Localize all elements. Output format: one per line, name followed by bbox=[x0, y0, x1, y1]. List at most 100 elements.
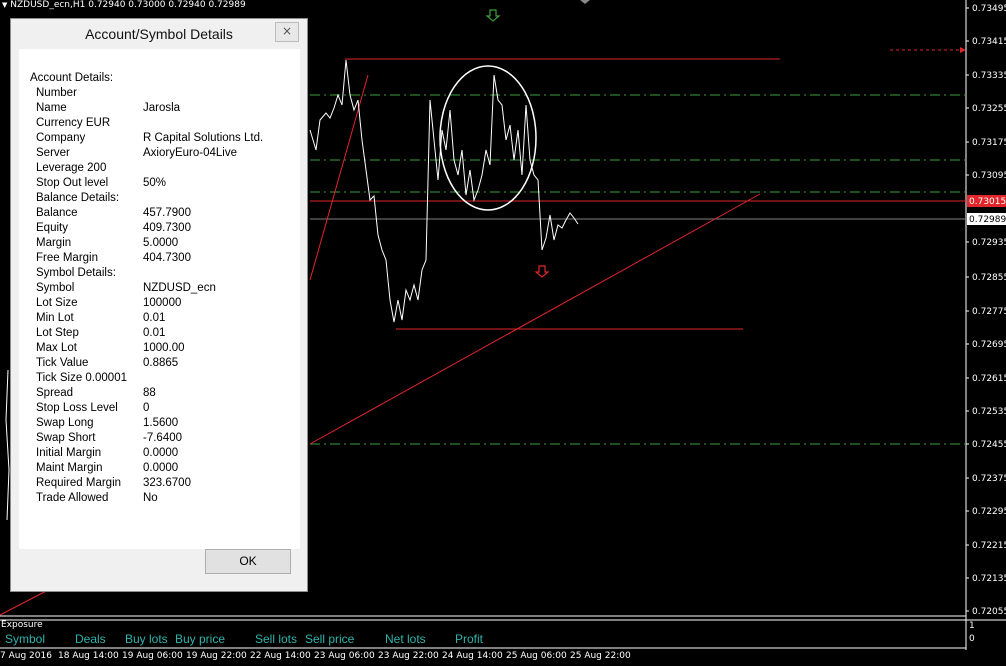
detail-label: Balance bbox=[36, 207, 78, 219]
price-tick-label: 0.72695 bbox=[972, 340, 1006, 350]
detail-value: 0.01 bbox=[143, 327, 166, 339]
price-tick-label: 0.73175 bbox=[972, 138, 1006, 148]
time-tick-label: 22 Aug 14:00 bbox=[250, 651, 311, 661]
detail-label: Swap Short bbox=[36, 432, 96, 444]
detail-label: Lot Size bbox=[36, 297, 78, 309]
exposure-column-header[interactable]: Buy price bbox=[175, 632, 225, 646]
exposure-column-header[interactable]: Sell lots bbox=[255, 632, 297, 646]
exposure-column-header[interactable]: Sell price bbox=[305, 632, 354, 646]
detail-value: 0.0000 bbox=[143, 447, 179, 459]
detail-label: Stop Loss Level bbox=[36, 402, 118, 414]
detail-value: 5.0000 bbox=[143, 237, 179, 249]
exposure-column-header[interactable]: Deals bbox=[75, 632, 106, 646]
detail-value: NZDUSD_ecn bbox=[143, 282, 216, 294]
detail-label: Account Details: bbox=[30, 72, 114, 84]
detail-label: Leverage 200 bbox=[36, 162, 107, 174]
price-tick-label: 0.72855 bbox=[972, 273, 1006, 283]
detail-value: 0.01 bbox=[143, 312, 166, 324]
detail-label: Currency EUR bbox=[36, 117, 111, 129]
detail-value: 0.0000 bbox=[143, 462, 179, 474]
exposure-column-header[interactable]: Profit bbox=[455, 632, 483, 646]
close-button[interactable]: × bbox=[275, 22, 299, 42]
left-trend-line bbox=[0, 587, 53, 616]
exposure-panel: Exposure Symbol Deals Buy lots Buy price Sel… bbox=[0, 620, 966, 650]
top-marker-icon bbox=[580, 0, 590, 4]
price-tick-label: 0.72935 bbox=[972, 238, 1006, 248]
detail-label: Server bbox=[36, 147, 70, 159]
arrow-head bbox=[960, 47, 966, 53]
price-tick-label: 0.72775 bbox=[972, 307, 1006, 317]
detail-label: Company bbox=[36, 132, 86, 144]
time-tick-label: 7 Aug 2016 bbox=[0, 651, 52, 661]
price-tick-label: 0.73255 bbox=[972, 104, 1006, 114]
detail-label: Lot Step bbox=[36, 327, 79, 339]
detail-label: Spread bbox=[36, 387, 74, 399]
detail-label: Trade Allowed bbox=[36, 492, 109, 504]
price-tick-label: 0.73415 bbox=[972, 37, 1006, 47]
bid-price-label: 0.72989 bbox=[969, 215, 1006, 225]
detail-value: 1.5600 bbox=[143, 417, 179, 429]
detail-value: -7.6400 bbox=[143, 432, 183, 444]
time-tick-label: 23 Aug 06:00 bbox=[314, 651, 375, 661]
detail-value: 0.8865 bbox=[143, 357, 179, 369]
time-tick-label: 25 Aug 06:00 bbox=[506, 651, 567, 661]
price-axis: 0.73495 0.73415 0.73335 0.73255 0.73175 0.730… bbox=[966, 4, 1006, 617]
detail-value: 409.7300 bbox=[143, 222, 191, 234]
detail-value: Jarosla bbox=[143, 102, 181, 114]
detail-value: No bbox=[143, 492, 158, 504]
exposure-column-header[interactable]: Net lots bbox=[385, 632, 426, 646]
price-tick-label: 0.73495 bbox=[972, 4, 1006, 14]
chart-symbol-title: NZDUSD_ecn,H1 0.72940 0.73000 0.72940 0.… bbox=[10, 0, 246, 10]
price-tick-label: 0.72055 bbox=[972, 607, 1006, 617]
detail-label: Min Lot bbox=[36, 312, 74, 324]
detail-label: Equity bbox=[36, 222, 68, 234]
detail-label: Tick Size 0.00001 bbox=[36, 372, 127, 384]
detail-value: 1000.00 bbox=[143, 342, 185, 354]
detail-label: Max Lot bbox=[36, 342, 77, 354]
exposure-column-header[interactable]: Buy lots bbox=[125, 632, 168, 646]
detail-value: 323.6700 bbox=[143, 477, 191, 489]
detail-label: Swap Long bbox=[36, 417, 94, 429]
detail-label: Name bbox=[36, 102, 67, 114]
ok-button[interactable]: OK bbox=[205, 549, 291, 574]
price-tick-label: 0.72615 bbox=[972, 374, 1006, 384]
detail-value: 404.7300 bbox=[143, 252, 191, 264]
detail-value: 88 bbox=[143, 387, 156, 399]
price-tick-label: 0.73095 bbox=[972, 171, 1006, 181]
account-symbol-dialog: Account/Symbol Details × Account Details… bbox=[10, 18, 308, 592]
price-series bbox=[309, 59, 579, 323]
price-tick-label: 0.72375 bbox=[972, 474, 1006, 484]
exposure-scale-top: 1 bbox=[969, 621, 975, 631]
dialog-title: Account/Symbol Details bbox=[85, 26, 233, 42]
detail-value: 457.7900 bbox=[143, 207, 191, 219]
time-tick-label: 24 Aug 14:00 bbox=[442, 651, 503, 661]
detail-label: Stop Out level bbox=[36, 177, 109, 189]
price-tick-label: 0.72455 bbox=[972, 440, 1006, 450]
price-tick-label: 0.72535 bbox=[972, 407, 1006, 417]
exposure-scale-bottom: 0 bbox=[969, 634, 975, 644]
time-tick-label: 25 Aug 22:00 bbox=[570, 651, 631, 661]
price-tick-label: 0.73335 bbox=[972, 71, 1006, 81]
detail-label: Maint Margin bbox=[36, 462, 103, 474]
current-price-label: 0.73015 bbox=[969, 197, 1006, 207]
detail-label: Free Margin bbox=[36, 252, 98, 264]
detail-value: 50% bbox=[143, 177, 167, 189]
detail-value: 0 bbox=[143, 402, 150, 414]
details-panel: Account Details: Number Name Jarosla Currenc… bbox=[19, 49, 300, 549]
detail-label: Balance Details: bbox=[36, 192, 120, 204]
exposure-column-header[interactable]: Symbol bbox=[5, 632, 45, 646]
detail-value: R Capital Solutions Ltd. bbox=[143, 132, 264, 144]
exposure-title: Exposure bbox=[1, 620, 43, 630]
detail-label: Required Margin bbox=[36, 477, 122, 489]
price-tick-label: 0.72215 bbox=[972, 541, 1006, 551]
chart-title: ▼ NZDUSD_ecn,H1 0.72940 0.73000 0.72940 … bbox=[2, 0, 246, 10]
detail-label: Symbol bbox=[36, 282, 75, 294]
detail-label: Symbol Details: bbox=[36, 267, 116, 279]
fib-levels bbox=[310, 94, 966, 445]
highlight-ellipse bbox=[439, 65, 537, 211]
price-tick-label: 0.72295 bbox=[972, 507, 1006, 517]
time-tick-label: 19 Aug 06:00 bbox=[122, 651, 183, 661]
chart-menu-icon[interactable]: ▼ bbox=[2, 1, 7, 9]
buy-arrow-icon bbox=[485, 9, 501, 22]
time-tick-label: 23 Aug 22:00 bbox=[378, 651, 439, 661]
